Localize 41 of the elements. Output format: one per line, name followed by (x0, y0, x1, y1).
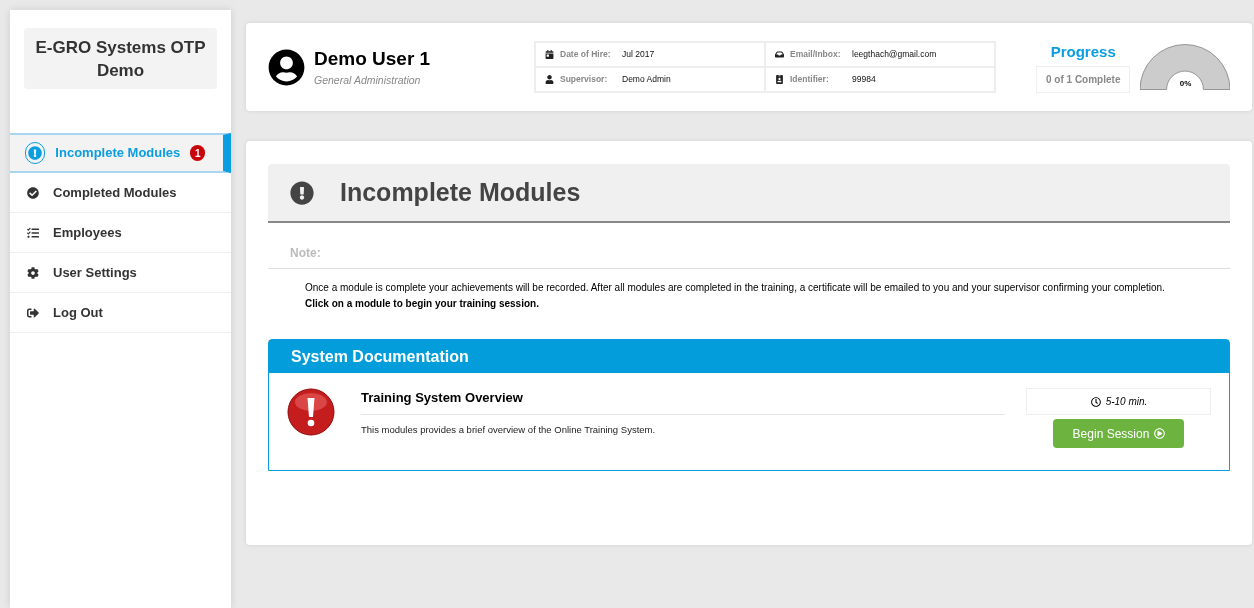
module-title: Training System Overview (361, 388, 1005, 415)
module-description: This modules provides a brief overview of the Online Training System. (361, 422, 657, 437)
nav-item[interactable]: Completed Modules (10, 173, 231, 213)
detail-value: 99984 (852, 73, 876, 86)
note-label: Note: (268, 244, 1231, 269)
nav-item[interactable]: Log Out (10, 293, 231, 333)
detail-value: Demo Admin (622, 73, 671, 86)
nav-item[interactable]: User Settings (10, 253, 231, 293)
page-title: Incomplete Modules (340, 176, 581, 208)
detail-value: Jul 2017 (622, 48, 655, 61)
detail-label: Email/Inbox: (790, 48, 842, 61)
department: General Administration (314, 73, 422, 89)
play-icon (1154, 428, 1166, 439)
app-title: E-GRO Systems OTP Demo (24, 28, 217, 89)
detail-label: Date of Hire: (560, 48, 612, 61)
count-badge: 1 (190, 145, 205, 161)
detail-label: Supervisor: (560, 73, 609, 86)
inbox-icon (775, 50, 784, 59)
warning-icon (287, 388, 335, 436)
note-instruction: Click on a module to begin your training session. (305, 297, 540, 311)
id-badge-icon (775, 75, 784, 84)
note-text: Once a module is complete your achievements will be recorded. After all modules are completed in the training, a certificate will be emailed to you and your supervisor confirming your completion. (305, 281, 1166, 295)
avatar-icon (268, 48, 305, 86)
progress-reading: 0% (1178, 78, 1193, 90)
user-icon (545, 75, 554, 84)
exit-icon (27, 306, 39, 319)
progress-count: 0 of 1 Complete (1036, 65, 1131, 93)
nav-item[interactable]: Incomplete Modules 1 (10, 133, 231, 173)
gear-icon (27, 266, 39, 279)
clock-icon (1090, 396, 1101, 407)
nav-item[interactable]: Employees (10, 213, 231, 253)
section-title: System Documentation (269, 340, 1230, 373)
detail-value: leegthach@gmail.com (852, 48, 937, 61)
detail-label: Identifier: (790, 73, 830, 86)
user-name: Demo User 1 (314, 46, 432, 71)
duration-label: 5-10 min. (1026, 388, 1212, 415)
progress-title: Progress (1050, 42, 1116, 63)
module-row[interactable]: Training System Overview This modules provides a brief overview of the Online Training System. 5-10 min. Begin Session (269, 373, 1230, 470)
checklist-icon (27, 226, 39, 239)
alert-icon (290, 180, 314, 205)
calendar-icon (545, 50, 554, 59)
